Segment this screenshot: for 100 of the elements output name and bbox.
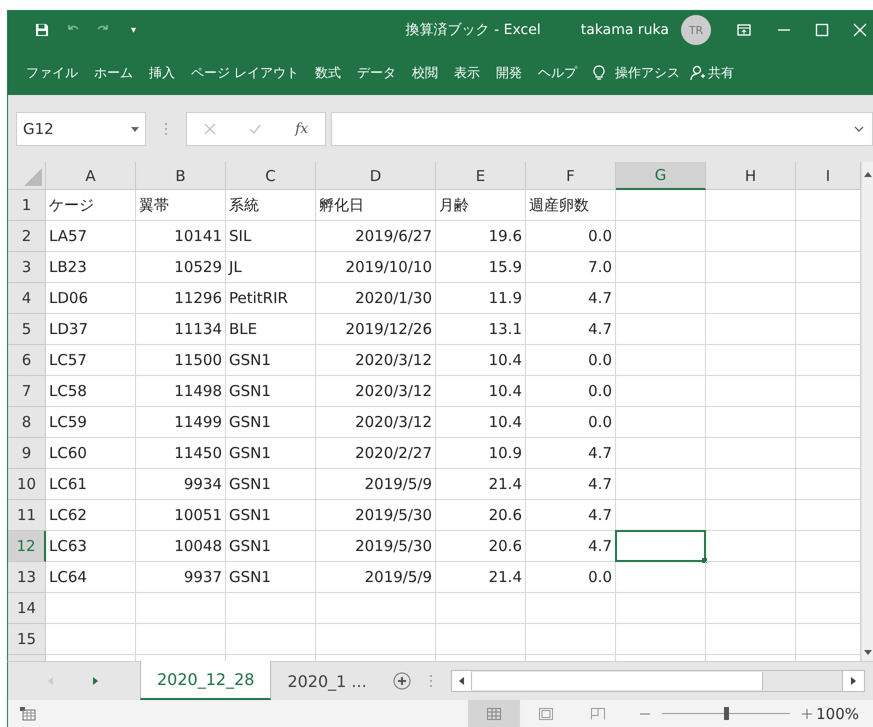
row-header[interactable]: 15	[8, 624, 46, 655]
column-header[interactable]: A	[46, 162, 136, 190]
ribbon-tab[interactable]: ページ レイアウト	[191, 64, 300, 82]
user-name[interactable]: takama ruka	[580, 22, 669, 38]
column-header[interactable]: D	[316, 162, 436, 190]
row-header[interactable]: 4	[8, 283, 46, 314]
table-cell: 4.7	[526, 314, 616, 345]
row-header[interactable]: 13	[8, 562, 46, 593]
table-cell: LC59	[46, 407, 136, 438]
insert-function-button[interactable]: fx	[295, 121, 308, 137]
table-cell: GSN1	[226, 407, 316, 438]
page-break-icon[interactable]	[591, 708, 606, 720]
ribbon-tab[interactable]: 数式	[315, 64, 342, 82]
sheet-tab[interactable]: 2020_1 ...	[271, 662, 383, 700]
column-header[interactable]: B	[136, 162, 226, 190]
row-header[interactable]: 9	[8, 438, 46, 469]
zoom-slider[interactable]	[662, 707, 790, 720]
sheet-tab[interactable]: 2020_12_28	[140, 661, 272, 700]
table-cell: GSN1	[226, 531, 316, 562]
column-header[interactable]: H	[706, 162, 796, 190]
close-icon[interactable]	[853, 23, 867, 37]
tell-me-field[interactable]: 操作アシス	[615, 64, 680, 82]
ribbon-tab[interactable]: 校閲	[412, 64, 438, 82]
table-cell: 10.4	[436, 345, 526, 376]
table-cell: 月齢	[436, 190, 526, 221]
row-header[interactable]: 12	[8, 531, 46, 562]
table-cell: 2019/5/9	[316, 562, 436, 593]
zoom-thumb[interactable]	[724, 707, 730, 720]
add-sheet-icon[interactable]	[392, 672, 411, 690]
scroll-up-icon[interactable]	[864, 172, 872, 177]
save-icon[interactable]	[35, 23, 49, 37]
table-cell: LD06	[46, 283, 136, 314]
page-layout-icon[interactable]	[539, 708, 554, 720]
row-header[interactable]: 11	[8, 500, 46, 531]
table-cell: LC57	[46, 345, 136, 376]
table-cell: GSN1	[226, 562, 316, 593]
column-header[interactable]: I	[796, 162, 861, 190]
scroll-left-icon[interactable]	[452, 671, 471, 691]
table-cell: 21.4	[436, 469, 526, 500]
table-cell: 20.6	[436, 531, 526, 562]
ribbon-tab[interactable]: ホーム	[94, 64, 133, 82]
row-header[interactable]: 3	[8, 252, 46, 283]
table-cell: 2019/10/10	[316, 252, 436, 283]
check-icon[interactable]	[249, 123, 262, 135]
person-plus-icon[interactable]	[690, 64, 706, 80]
scroll-down-icon[interactable]	[864, 650, 872, 655]
table-cell: 2019/5/9	[316, 469, 436, 500]
table-cell: 4.7	[526, 469, 616, 500]
column-header[interactable]: G	[616, 162, 706, 190]
table-cell: 11450	[136, 438, 226, 469]
table-cell: 4.7	[526, 438, 616, 469]
table-cell: LC63	[46, 531, 136, 562]
table-cell: 7.0	[526, 252, 616, 283]
name-box[interactable]: G12	[16, 112, 146, 146]
table-cell: LA57	[46, 221, 136, 252]
row-header[interactable]: 1	[8, 190, 46, 221]
table-cell: 15.9	[436, 252, 526, 283]
table-cell: 11296	[136, 283, 226, 314]
active-cell[interactable]	[615, 530, 706, 562]
ribbon-tab[interactable]: 挿入	[149, 64, 175, 82]
table-cell: LC61	[46, 469, 136, 500]
lightbulb-icon[interactable]	[593, 64, 606, 80]
share-button[interactable]: 共有	[708, 64, 734, 82]
expand-icon[interactable]	[854, 126, 864, 132]
ribbon-tab[interactable]: 表示	[454, 64, 480, 82]
table-cell: 4.7	[526, 531, 616, 562]
ribbon-display-icon[interactable]	[737, 24, 751, 36]
row-header[interactable]: 7	[8, 376, 46, 407]
scroll-thumb[interactable]	[470, 672, 763, 690]
row-header[interactable]: 8	[8, 407, 46, 438]
table-cell: 2020/3/12	[316, 407, 436, 438]
table-cell: 10048	[136, 531, 226, 562]
vertical-scrollbar[interactable]	[861, 162, 873, 661]
macro-record-icon[interactable]	[20, 706, 36, 720]
row-header[interactable]: 6	[8, 345, 46, 376]
row-header[interactable]: 14	[8, 593, 46, 624]
column-header[interactable]: E	[436, 162, 526, 190]
ribbon-tab[interactable]: ファイル	[26, 64, 78, 82]
row-header[interactable]: 2	[8, 221, 46, 252]
maximize-icon[interactable]	[815, 23, 829, 37]
table-cell: 20.6	[436, 500, 526, 531]
ribbon-tab[interactable]: ヘルプ	[538, 64, 578, 82]
formula-input[interactable]	[331, 112, 873, 146]
caret-icon[interactable]	[131, 126, 139, 132]
customize-dropdown[interactable]: ▾	[131, 24, 136, 36]
table-cell: GSN1	[226, 469, 316, 500]
column-header[interactable]: F	[526, 162, 616, 190]
zoom-level[interactable]: 100%	[816, 704, 859, 722]
ribbon-tab[interactable]: 開発	[496, 64, 522, 82]
table-cell: 10.4	[436, 376, 526, 407]
row-header[interactable]: 5	[8, 314, 46, 345]
horizontal-scrollbar[interactable]	[450, 670, 865, 692]
table-cell: 10.9	[436, 438, 526, 469]
table-cell: 2019/5/30	[316, 500, 436, 531]
ribbon-tab[interactable]: データ	[357, 64, 396, 82]
column-header[interactable]: C	[226, 162, 316, 190]
next-sheet-icon[interactable]	[93, 677, 98, 685]
row-header[interactable]: 10	[8, 469, 46, 500]
zoom-in-button[interactable]	[802, 708, 812, 718]
scroll-right-icon[interactable]	[842, 671, 864, 691]
